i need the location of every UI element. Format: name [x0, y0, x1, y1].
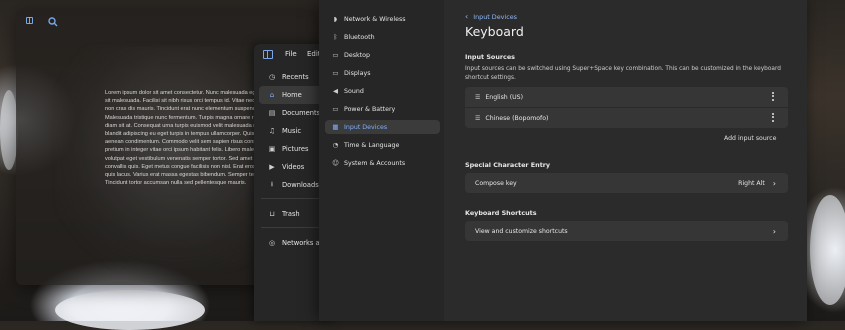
- place-label: Downloads: [282, 181, 319, 189]
- music-icon: ♫: [268, 127, 276, 135]
- breadcrumb-label: Input Devices: [473, 12, 517, 21]
- sidebar-item-label: Displays: [344, 69, 371, 77]
- sidebar-item-sound[interactable]: ◀ Sound: [325, 84, 440, 98]
- chevron-right-icon: ›: [772, 226, 776, 236]
- special-char-card: Compose key Right Alt ›: [465, 173, 788, 193]
- sidebar-toggle-icon[interactable]: [26, 17, 33, 24]
- input-sources-heading: Input Sources: [465, 53, 515, 61]
- place-label: Documents: [282, 109, 321, 117]
- time-icon: ◔: [332, 141, 339, 149]
- display-icon: ▭: [332, 69, 339, 77]
- view-shortcuts-label: View and customize shortcuts: [475, 227, 568, 235]
- input-sources-list: ☰ English (US) ☰ Chinese (Bopomofo): [465, 87, 788, 128]
- keyboard-page: ‹ Input Devices Keyboard Input Sources In…: [444, 0, 807, 321]
- input-source-label: Chinese (Bopomofo): [485, 114, 549, 122]
- sidebar-item-label: Time & Language: [344, 141, 400, 149]
- shortcuts-heading: Keyboard Shortcuts: [465, 209, 537, 217]
- input-sources-description: Input sources can be switched using Supe…: [465, 66, 781, 81]
- add-input-source-button[interactable]: Add input source: [724, 135, 776, 142]
- home-icon: ⌂: [269, 91, 275, 99]
- sidebar-item-desktop[interactable]: ▭ Desktop: [325, 48, 440, 62]
- network-icon: ◎: [268, 239, 276, 247]
- shortcuts-card: View and customize shortcuts ›: [465, 221, 788, 241]
- sidebar-panel-icon[interactable]: [263, 50, 273, 59]
- clock-icon: ◷: [268, 73, 276, 81]
- compose-key-label: Compose key: [475, 179, 517, 187]
- video-icon: ▶: [269, 163, 275, 171]
- place-label: Videos: [282, 163, 305, 171]
- divider: [261, 198, 328, 199]
- wallpaper-snow: [810, 195, 845, 305]
- more-options-icon[interactable]: [772, 113, 774, 123]
- sound-icon: ◀: [333, 87, 338, 95]
- picture-icon: ▣: [268, 145, 276, 153]
- menu-file[interactable]: File: [285, 50, 297, 58]
- download-icon: ⭳: [270, 179, 274, 188]
- settings-sidebar: ◗ Network & Wireless ᛒ Bluetooth ▭ Desktop …: [319, 0, 444, 321]
- compose-key-row[interactable]: Compose key Right Alt ›: [465, 173, 788, 193]
- sidebar-item-system-accounts[interactable]: ☺ System & Accounts: [325, 156, 440, 170]
- place-label: Pictures: [282, 145, 309, 153]
- place-label: Music: [282, 127, 302, 135]
- compose-key-value: Right Alt: [738, 179, 765, 187]
- wifi-icon: ◗: [333, 15, 338, 23]
- input-source-label: English (US): [485, 93, 523, 101]
- sidebar-item-label: Sound: [344, 87, 364, 95]
- wallpaper-snow: [55, 290, 205, 330]
- view-shortcuts-row[interactable]: View and customize shortcuts ›: [465, 221, 788, 241]
- place-label: Home: [282, 91, 302, 99]
- chevron-left-icon: ‹: [465, 12, 469, 21]
- users-icon: ☺: [332, 159, 339, 167]
- place-label: Trash: [282, 210, 300, 218]
- keyboard-icon: ▦: [332, 123, 339, 131]
- sidebar-item-input-devices[interactable]: ▦ Input Devices: [325, 120, 440, 134]
- sidebar-item-displays[interactable]: ▭ Displays: [325, 66, 440, 80]
- sidebar-item-label: Power & Battery: [344, 105, 396, 113]
- document-icon: ▤: [268, 109, 276, 117]
- sidebar-item-label: System & Accounts: [344, 159, 406, 167]
- breadcrumb[interactable]: ‹ Input Devices: [465, 12, 517, 21]
- divider: [261, 227, 328, 228]
- more-options-icon[interactable]: [772, 92, 774, 102]
- bluetooth-icon: ᛒ: [333, 33, 338, 41]
- sidebar-item-power[interactable]: ▭ Power & Battery: [325, 102, 440, 116]
- sidebar-item-label: Bluetooth: [344, 33, 375, 41]
- input-source-row[interactable]: ☰ English (US): [465, 87, 788, 107]
- sidebar-item-label: Network & Wireless: [344, 15, 406, 23]
- sidebar-item-bluetooth[interactable]: ᛒ Bluetooth: [325, 30, 440, 44]
- sidebar-item-time-language[interactable]: ◔ Time & Language: [325, 138, 440, 152]
- trash-icon: ⊔: [269, 210, 275, 218]
- settings-window[interactable]: ◗ Network & Wireless ᛒ Bluetooth ▭ Desktop …: [319, 0, 807, 321]
- search-icon[interactable]: [47, 16, 59, 28]
- place-label: Recents: [282, 73, 309, 81]
- input-source-row[interactable]: ☰ Chinese (Bopomofo): [465, 107, 788, 128]
- page-title: Keyboard: [465, 24, 524, 39]
- battery-icon: ▭: [332, 105, 339, 113]
- sidebar-item-label: Desktop: [344, 51, 370, 59]
- drag-handle-icon[interactable]: ☰: [475, 94, 480, 101]
- sidebar-item-network[interactable]: ◗ Network & Wireless: [325, 12, 440, 26]
- desktop-icon: ▭: [332, 51, 339, 59]
- drag-handle-icon[interactable]: ☰: [475, 115, 480, 122]
- sidebar-item-label: Input Devices: [344, 123, 388, 131]
- special-char-heading: Special Character Entry: [465, 161, 551, 169]
- chevron-right-icon: ›: [772, 178, 776, 188]
